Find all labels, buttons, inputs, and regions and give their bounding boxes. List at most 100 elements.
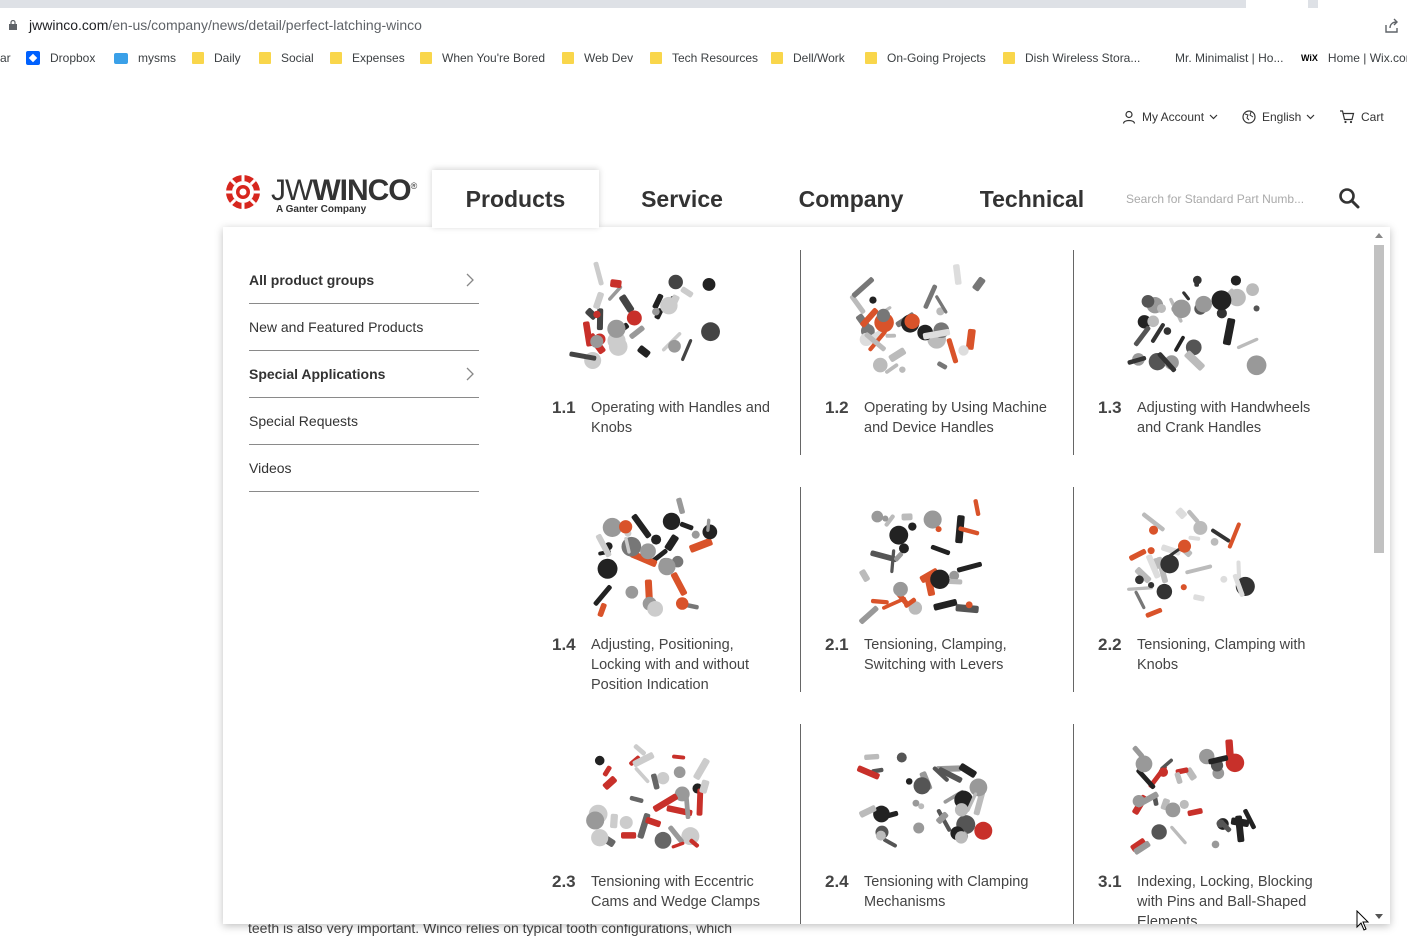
product-group-card[interactable]: 2.3 Tensioning with Eccentric Cams and We… bbox=[537, 724, 797, 924]
column-divider bbox=[800, 724, 801, 924]
folder-icon bbox=[771, 52, 783, 64]
nav-service[interactable]: Service bbox=[620, 170, 744, 228]
group-number: 2.3 bbox=[552, 872, 576, 891]
product-group-image bbox=[856, 752, 993, 848]
url-text[interactable]: jwwinco.com/en-us/company/news/detail/pe… bbox=[29, 17, 422, 33]
cart-label: Cart bbox=[1361, 110, 1384, 124]
group-title[interactable]: Tensioning with Clamping Mechanisms bbox=[864, 872, 1059, 912]
group-title[interactable]: Operating with Handles and Knobs bbox=[591, 398, 786, 438]
scroll-down-arrow-icon[interactable] bbox=[1375, 914, 1383, 919]
scrollbar[interactable] bbox=[1372, 233, 1384, 919]
product-group-image bbox=[849, 264, 986, 374]
menu-item-new-and-featured-products[interactable]: New and Featured Products bbox=[249, 304, 479, 351]
bookmark-item[interactable]: Web Dev bbox=[562, 51, 633, 65]
bookmark-item[interactable]: On-Going Projects bbox=[865, 51, 986, 65]
nav-technical[interactable]: Technical bbox=[958, 170, 1106, 228]
group-number: 1.4 bbox=[552, 635, 576, 654]
menu-item-all-product-groups[interactable]: All product groups bbox=[249, 257, 479, 304]
scrollbar-thumb[interactable] bbox=[1374, 245, 1384, 553]
bookmark-label: Web Dev bbox=[584, 51, 634, 65]
group-title[interactable]: Adjusting with Handwheels and Crank Hand… bbox=[1137, 398, 1332, 438]
product-group-card[interactable]: 2.4 Tensioning with Clamping Mechanisms bbox=[810, 724, 1070, 924]
nav-products[interactable]: Products bbox=[432, 170, 599, 228]
my-account-link[interactable]: My Account bbox=[1122, 110, 1224, 124]
lock-icon bbox=[9, 20, 17, 30]
product-group-card[interactable]: 3.1 Indexing, Locking, Blocking with Pins… bbox=[1083, 724, 1343, 924]
search-input[interactable] bbox=[1118, 186, 1318, 212]
group-title[interactable]: Tensioning, Clamping with Knobs bbox=[1137, 635, 1332, 675]
share-icon[interactable] bbox=[1384, 18, 1400, 34]
menu-item-label: Videos bbox=[249, 460, 292, 476]
bookmark-label: Social bbox=[281, 51, 314, 65]
menu-item-special-requests[interactable]: Special Requests bbox=[249, 398, 479, 445]
browser-tab[interactable] bbox=[1318, 0, 1407, 8]
product-group-image bbox=[593, 497, 718, 617]
bookmark-item[interactable]: ar bbox=[0, 51, 11, 65]
jwwinco-logo[interactable]: JWWINCO® A Ganter Company bbox=[223, 170, 428, 216]
bookmark-label: Dish Wireless Stora... bbox=[1025, 51, 1141, 65]
product-group-card[interactable]: 1.2 Operating by Using Machine and Device… bbox=[810, 250, 1070, 455]
group-title[interactable]: Operating by Using Machine and Device Ha… bbox=[864, 398, 1059, 438]
menu-item-videos[interactable]: Videos bbox=[249, 445, 479, 492]
bookmark-item[interactable]: Tech Resources bbox=[650, 51, 758, 65]
user-icon bbox=[1122, 110, 1136, 124]
column-divider bbox=[1073, 487, 1074, 692]
nav-company[interactable]: Company bbox=[776, 170, 926, 228]
bookmark-label: Tech Resources bbox=[672, 51, 759, 65]
menu-item-label: Special Applications bbox=[249, 366, 386, 382]
folder-icon bbox=[1003, 52, 1015, 64]
group-number: 1.2 bbox=[825, 398, 849, 417]
group-title[interactable]: Tensioning, Clamping, Switching with Lev… bbox=[864, 635, 1059, 675]
bookmark-item[interactable]: Dell/Work bbox=[771, 51, 845, 65]
chevron-right-icon bbox=[466, 367, 474, 381]
product-group-card[interactable]: 2.2 Tensioning, Clamping with Knobs bbox=[1083, 487, 1343, 692]
language-selector[interactable]: English bbox=[1242, 110, 1321, 124]
product-group-card[interactable]: 1.4 Adjusting, Positioning, Locking with … bbox=[537, 487, 797, 695]
column-divider bbox=[800, 250, 801, 455]
cart-link[interactable]: Cart bbox=[1339, 110, 1384, 124]
search-icon[interactable] bbox=[1338, 187, 1360, 209]
column-divider bbox=[1073, 250, 1074, 455]
group-number: 2.4 bbox=[825, 872, 849, 891]
mysms-icon bbox=[114, 52, 128, 64]
folder-icon bbox=[650, 52, 662, 64]
folder-icon bbox=[330, 52, 342, 64]
folder-icon bbox=[562, 52, 574, 64]
dropbox-icon bbox=[26, 51, 40, 65]
winco-logo-icon bbox=[226, 175, 260, 209]
bookmark-item[interactable]: Expenses bbox=[330, 51, 405, 65]
bookmark-item[interactable]: WiX Home | Wix.com bbox=[1301, 51, 1407, 65]
product-group-image bbox=[1130, 739, 1256, 855]
menu-item-special-applications[interactable]: Special Applications bbox=[249, 351, 479, 398]
chevron-down-icon bbox=[1306, 114, 1315, 120]
product-group-image bbox=[859, 499, 982, 624]
globe-icon bbox=[1242, 110, 1256, 124]
bookmark-item[interactable]: Dropbox bbox=[26, 51, 95, 65]
scroll-up-arrow-icon[interactable] bbox=[1375, 233, 1383, 238]
product-group-card[interactable]: 1.3 Adjusting with Handwheels and Crank H… bbox=[1083, 250, 1343, 455]
bookmark-item[interactable]: Mr. Minimalist | Ho... bbox=[1175, 51, 1283, 65]
group-title[interactable]: Tensioning with Eccentric Cams and Wedge… bbox=[591, 872, 786, 912]
bookmark-item[interactable]: Dish Wireless Stora... bbox=[1003, 51, 1140, 65]
product-group-card[interactable]: 1.1 Operating with Handles and Knobs bbox=[537, 250, 797, 455]
bookmark-label: On-Going Projects bbox=[887, 51, 986, 65]
folder-icon bbox=[865, 52, 877, 64]
product-group-card[interactable]: 2.1 Tensioning, Clamping, Switching with … bbox=[810, 487, 1070, 692]
browser-tab[interactable] bbox=[1246, 0, 1308, 8]
bookmark-item[interactable]: mysms bbox=[114, 51, 176, 65]
bookmark-label: Dell/Work bbox=[793, 51, 845, 65]
group-title[interactable]: Adjusting, Positioning, Locking with and… bbox=[591, 635, 786, 695]
group-title[interactable]: Indexing, Locking, Blocking with Pins an… bbox=[1137, 872, 1332, 924]
bookmark-label: mysms bbox=[138, 51, 176, 65]
bookmark-item[interactable]: When You're Bored bbox=[420, 51, 545, 65]
address-bar[interactable]: jwwinco.com/en-us/company/news/detail/pe… bbox=[0, 8, 1407, 44]
column-divider bbox=[1073, 724, 1074, 924]
bookmark-item[interactable]: Daily bbox=[192, 51, 241, 65]
menu-item-label: New and Featured Products bbox=[249, 319, 424, 335]
bookmark-item[interactable]: Social bbox=[259, 51, 314, 65]
products-mega-menu: All product groups New and Featured Produ… bbox=[223, 227, 1390, 924]
product-group-image bbox=[1127, 275, 1267, 376]
logo-wordmark: JWWINCO® bbox=[271, 174, 417, 207]
logo-tagline: A Ganter Company bbox=[276, 204, 367, 215]
bookmark-label: Home | Wix.com bbox=[1327, 51, 1407, 65]
